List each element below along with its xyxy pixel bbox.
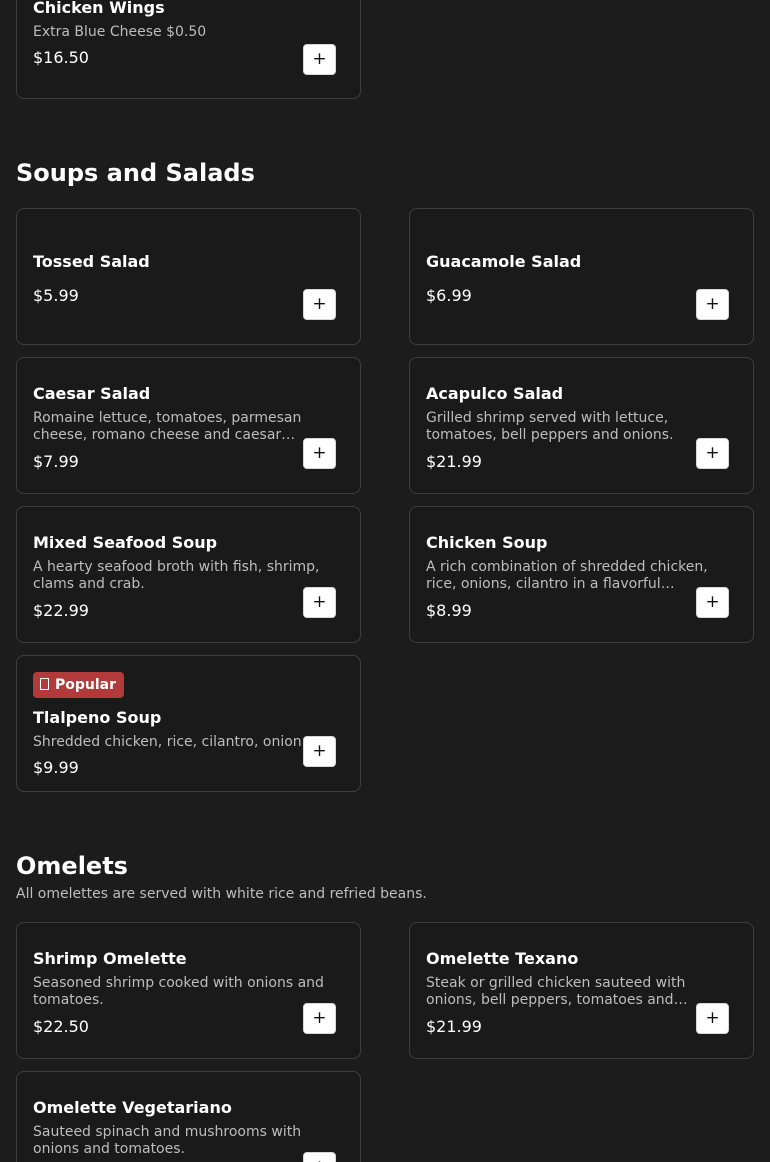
item-description: Steak or grilled chicken sauteed with on… — [426, 975, 686, 1008]
menu-page: Chicken Wings Extra Blue Cheese $0.50 $1… — [0, 0, 770, 1162]
item-price: $21.99 — [426, 452, 482, 471]
menu-item-card-mixed-seafood-soup[interactable]: Mixed Seafood Soup A hearty seafood brot… — [16, 506, 361, 643]
item-price: $21.99 — [426, 1017, 482, 1036]
flame-icon — [40, 678, 49, 690]
add-to-cart-button[interactable]: + — [696, 289, 729, 320]
menu-item-card-chicken-soup[interactable]: Chicken Soup A rich combination of shred… — [409, 506, 754, 643]
item-description: A hearty seafood broth with fish, shrimp… — [33, 559, 320, 592]
menu-item-card-omelette-vegetariano[interactable]: Omelette Vegetariano Sauteed spinach and… — [16, 1071, 361, 1162]
item-description: Romaine lettuce, tomatoes, parmesan chee… — [33, 410, 302, 443]
add-to-cart-button[interactable]: + — [303, 1152, 336, 1162]
item-name: Caesar Salad — [33, 384, 151, 403]
add-to-cart-button[interactable]: + — [696, 587, 729, 618]
add-to-cart-button[interactable]: + — [303, 587, 336, 618]
menu-item-card-guacamole-salad[interactable]: Guacamole Salad $6.99 + — [409, 208, 754, 345]
item-description: Seasoned shrimp cooked with onions and t… — [33, 975, 324, 1008]
item-name: Acapulco Salad — [426, 384, 564, 403]
item-name: Tossed Salad — [33, 252, 150, 271]
menu-item-card-omelette-texano[interactable]: Omelette Texano Steak or grilled chicken… — [409, 922, 754, 1059]
item-description: Grilled shrimp served with lettuce, toma… — [426, 410, 674, 443]
add-to-cart-button[interactable]: + — [303, 1003, 336, 1034]
item-description: Extra Blue Cheese $0.50 — [33, 24, 207, 40]
item-price: $16.50 — [33, 48, 89, 67]
section-title-soups-and-salads: Soups and Salads — [16, 159, 255, 187]
item-price: $22.50 — [33, 1017, 89, 1036]
badge-label: Popular — [55, 677, 117, 693]
add-to-cart-button[interactable]: + — [303, 736, 336, 767]
menu-item-card-chicken-wings[interactable]: Chicken Wings Extra Blue Cheese $0.50 $1… — [16, 0, 361, 99]
item-price: $8.99 — [426, 601, 472, 620]
menu-item-card-shrimp-omelette[interactable]: Shrimp Omelette Seasoned shrimp cooked w… — [16, 922, 361, 1059]
menu-item-card-tossed-salad[interactable]: Tossed Salad $5.99 + — [16, 208, 361, 345]
item-name: Guacamole Salad — [426, 252, 582, 271]
item-price: $7.99 — [33, 452, 79, 471]
item-name: Tlalpeno Soup — [33, 708, 162, 727]
item-name: Shrimp Omelette — [33, 949, 187, 968]
add-to-cart-button[interactable]: + — [696, 1003, 729, 1034]
item-name: Omelette Texano — [426, 949, 579, 968]
item-price: $6.99 — [426, 286, 472, 305]
menu-item-card-acapulco-salad[interactable]: Acapulco Salad Grilled shrimp served wit… — [409, 357, 754, 494]
item-price: $9.99 — [33, 758, 79, 777]
add-to-cart-button[interactable]: + — [303, 44, 336, 75]
item-name: Chicken Soup — [426, 533, 548, 552]
item-price: $22.99 — [33, 601, 89, 620]
item-description: Shredded chicken, rice, cilantro, onion — [33, 734, 302, 750]
item-name: Mixed Seafood Soup — [33, 533, 218, 552]
item-name: Omelette Vegetariano — [33, 1098, 232, 1117]
add-to-cart-button[interactable]: + — [303, 438, 336, 469]
menu-item-card-tlalpeno-soup[interactable]: Popular Tlalpeno Soup Shredded chicken, … — [16, 655, 361, 792]
popular-badge: Popular — [33, 672, 125, 698]
item-price: $5.99 — [33, 286, 79, 305]
section-note: All omelettes are served with white rice… — [16, 886, 427, 902]
item-description: Sauteed spinach and mushrooms with onion… — [33, 1124, 302, 1157]
menu-item-card-caesar-salad[interactable]: Caesar Salad Romaine lettuce, tomatoes, … — [16, 357, 361, 494]
add-to-cart-button[interactable]: + — [696, 438, 729, 469]
section-title-omelets: Omelets — [16, 852, 128, 880]
add-to-cart-button[interactable]: + — [303, 289, 336, 320]
item-description: A rich combination of shredded chicken, … — [426, 559, 708, 592]
item-name: Chicken Wings — [33, 0, 165, 17]
